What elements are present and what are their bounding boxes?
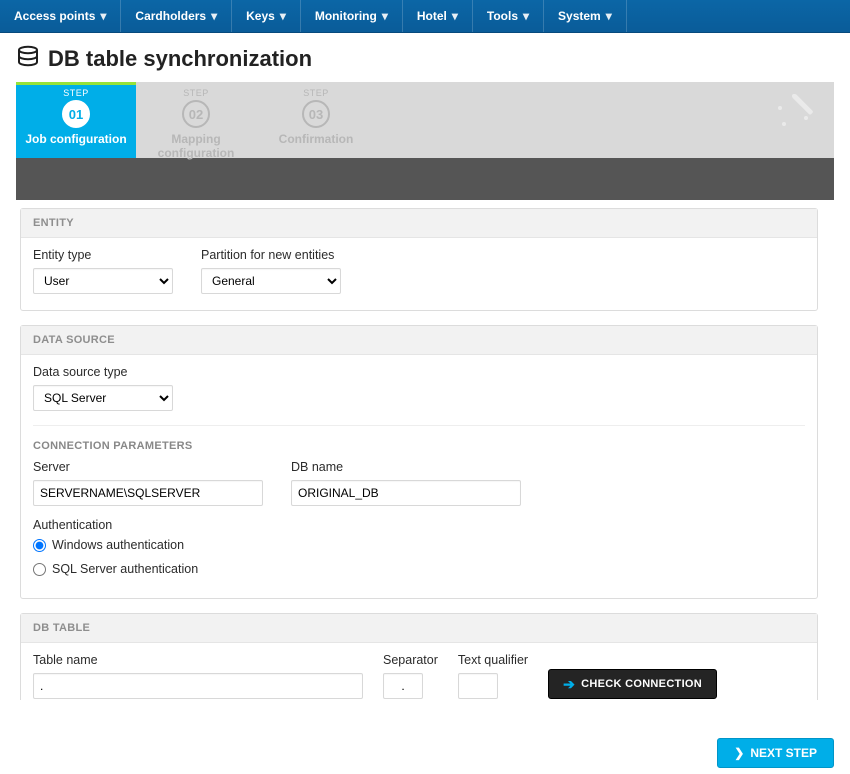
database-icon <box>16 45 40 72</box>
wizard-steps: STEP 01 Job configuration STEP 02 Mappin… <box>16 82 834 158</box>
next-step-button[interactable]: ❯ NEXT STEP <box>717 738 834 768</box>
entity-type-select[interactable]: User <box>33 268 173 294</box>
server-label: Server <box>33 460 263 474</box>
separator-label: Separator <box>383 653 438 667</box>
nav-label: Tools <box>487 9 518 23</box>
nav-label: Cardholders <box>135 9 206 23</box>
page-title: DB table synchronization <box>48 46 312 72</box>
auth-sql-option[interactable]: SQL Server authentication <box>33 562 805 576</box>
top-nav: Access points ▾ Cardholders ▾ Keys ▾ Mon… <box>0 0 850 33</box>
connection-params-title: CONNECTION PARAMETERS <box>33 440 805 452</box>
arrow-right-icon: ➔ <box>563 676 575 693</box>
datasource-type-label: Data source type <box>33 365 805 379</box>
nav-label: Hotel <box>417 9 447 23</box>
chevron-down-icon: ▾ <box>100 9 106 23</box>
wizard-step-2[interactable]: STEP 02 Mapping configuration <box>136 82 256 158</box>
step-eyebrow: STEP <box>256 88 376 98</box>
chevron-down-icon: ▾ <box>523 9 529 23</box>
chevron-down-icon: ▾ <box>211 9 217 23</box>
step-eyebrow: STEP <box>16 88 136 98</box>
step-label: Mapping configuration <box>136 132 256 160</box>
nav-hotel[interactable]: Hotel ▾ <box>403 0 473 32</box>
wizard-subheader-bar <box>16 158 834 200</box>
partition-select[interactable]: General <box>201 268 341 294</box>
next-step-label: NEXT STEP <box>750 746 817 760</box>
check-connection-label: CHECK CONNECTION <box>581 678 702 690</box>
page: DB table synchronization STEP 01 Job con… <box>0 33 850 700</box>
auth-windows-option[interactable]: Windows authentication <box>33 538 805 552</box>
auth-sql-radio[interactable] <box>33 563 46 576</box>
nav-monitoring[interactable]: Monitoring ▾ <box>301 0 403 32</box>
partition-label: Partition for new entities <box>201 248 341 262</box>
chevron-down-icon: ▾ <box>452 9 458 23</box>
page-title-row: DB table synchronization <box>16 45 834 72</box>
check-connection-button[interactable]: ➔ CHECK CONNECTION <box>548 669 717 699</box>
footer: ❯ NEXT STEP <box>717 738 834 768</box>
step-number: 03 <box>302 100 330 128</box>
nav-access-points[interactable]: Access points ▾ <box>0 0 121 32</box>
step-eyebrow: STEP <box>136 88 256 98</box>
auth-windows-label: Windows authentication <box>52 538 184 552</box>
chevron-down-icon: ▾ <box>280 9 286 23</box>
entity-type-label: Entity type <box>33 248 173 262</box>
qualifier-input[interactable] <box>458 673 498 699</box>
server-input[interactable] <box>33 480 263 506</box>
dbname-input[interactable] <box>291 480 521 506</box>
chevron-right-icon: ❯ <box>734 746 744 760</box>
nav-label: System <box>558 9 601 23</box>
magic-wand-icon <box>760 94 816 149</box>
datasource-panel-header: DATA SOURCE <box>21 326 817 355</box>
nav-keys[interactable]: Keys ▾ <box>232 0 301 32</box>
nav-cardholders[interactable]: Cardholders ▾ <box>121 0 232 32</box>
chevron-down-icon: ▾ <box>606 9 612 23</box>
step-label: Confirmation <box>256 132 376 146</box>
dbname-label: DB name <box>291 460 521 474</box>
step-number: 01 <box>62 100 90 128</box>
qualifier-label: Text qualifier <box>458 653 528 667</box>
auth-windows-radio[interactable] <box>33 539 46 552</box>
wizard-step-1[interactable]: STEP 01 Job configuration <box>16 82 136 158</box>
wizard-step-3[interactable]: STEP 03 Confirmation <box>256 82 376 158</box>
auth-sql-label: SQL Server authentication <box>52 562 198 576</box>
auth-label: Authentication <box>33 518 805 532</box>
nav-system[interactable]: System ▾ <box>544 0 627 32</box>
tablename-input[interactable] <box>33 673 363 699</box>
entity-panel: ENTITY Entity type User Partition for ne… <box>20 208 818 311</box>
datasource-panel: DATA SOURCE Data source type SQL Server … <box>20 325 818 599</box>
datasource-type-select[interactable]: SQL Server <box>33 385 173 411</box>
nav-label: Monitoring <box>315 9 377 23</box>
nav-label: Access points <box>14 9 95 23</box>
form-scroll-area[interactable]: ENTITY Entity type User Partition for ne… <box>16 200 834 700</box>
nav-tools[interactable]: Tools ▾ <box>473 0 544 32</box>
chevron-down-icon: ▾ <box>382 9 388 23</box>
dbtable-panel: DB TABLE Table name Separator Text quali… <box>20 613 818 700</box>
entity-panel-header: ENTITY <box>21 209 817 238</box>
dbtable-panel-header: DB TABLE <box>21 614 817 643</box>
step-label: Job configuration <box>16 132 136 146</box>
nav-label: Keys <box>246 9 275 23</box>
separator-input[interactable] <box>383 673 423 699</box>
tablename-label: Table name <box>33 653 363 667</box>
divider <box>33 425 805 426</box>
step-number: 02 <box>182 100 210 128</box>
